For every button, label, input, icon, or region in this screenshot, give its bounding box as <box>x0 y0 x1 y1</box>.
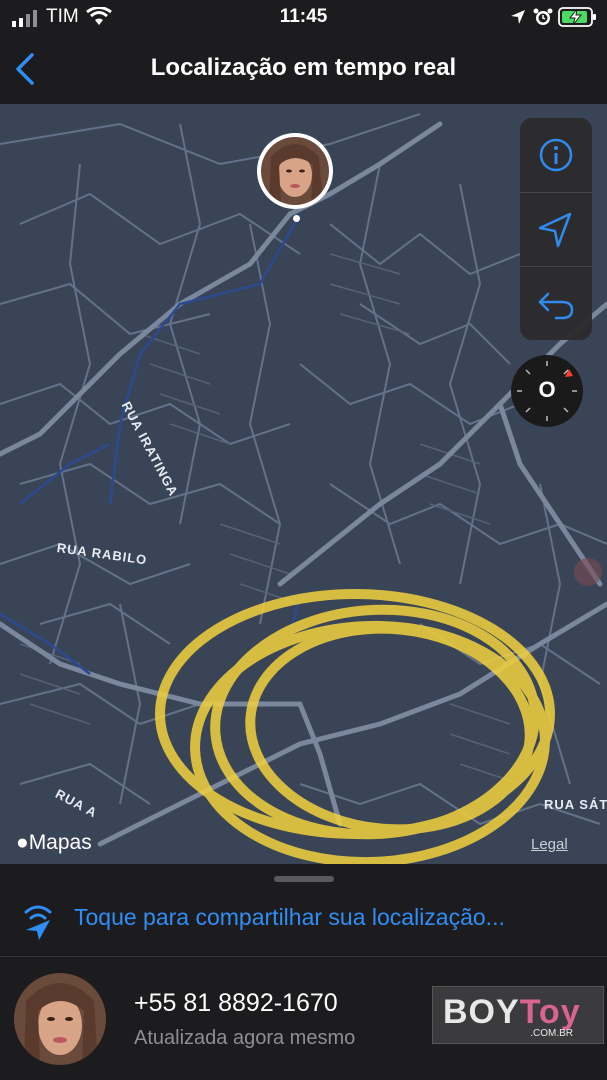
contact-avatar <box>14 973 106 1065</box>
navigation-bar: Localização em tempo real <box>0 34 607 105</box>
watermark-brand: BOYToy <box>443 993 581 1031</box>
compass-button[interactable]: O <box>511 355 583 427</box>
location-arrow-icon <box>511 10 525 24</box>
live-location-map[interactable]: RUA IRATINGA RUA RABILO RUA A RUA SÁTIR … <box>0 104 607 864</box>
street-label-satir: RUA SÁTIR <box>544 797 607 812</box>
contact-phone-number: +55 81 8892-1670 <box>134 989 338 1017</box>
map-controls-panel <box>520 118 592 340</box>
sheet-grabber[interactable] <box>274 876 334 882</box>
undo-arrow-icon <box>538 292 574 320</box>
bottom-sheet: Toque para compartilhar sua localização.… <box>0 864 607 1080</box>
battery-charging-icon <box>558 7 596 27</box>
watermark-domain: .COM.BR <box>530 1028 573 1039</box>
maps-attribution: ●Mapas <box>16 831 92 854</box>
contact-update-status: Atualizada agora mesmo <box>134 1027 356 1049</box>
info-icon <box>539 138 573 172</box>
return-button[interactable] <box>520 266 592 340</box>
share-location-row[interactable]: Toque para compartilhar sua localização.… <box>0 888 607 954</box>
apple-logo-icon: ● <box>16 831 29 854</box>
contact-photo <box>261 137 329 205</box>
street-network <box>0 113 607 864</box>
status-bar: TIM 11:45 <box>0 0 607 34</box>
compass-heading-letter: O <box>538 377 556 402</box>
page-title: Localização em tempo real <box>150 54 457 81</box>
share-location-label: Toque para compartilhar sua localização.… <box>74 904 505 930</box>
track-location-button[interactable] <box>520 192 592 266</box>
info-button[interactable] <box>520 118 592 192</box>
alarm-icon <box>533 8 553 25</box>
location-arrow-icon <box>538 212 572 248</box>
watermark-logo: BOYToy .COM.BR <box>432 986 604 1044</box>
share-location-icon <box>24 905 52 940</box>
location-dot <box>293 215 300 222</box>
contact-location-pin[interactable] <box>257 133 333 209</box>
legal-link[interactable]: Legal <box>531 836 568 853</box>
